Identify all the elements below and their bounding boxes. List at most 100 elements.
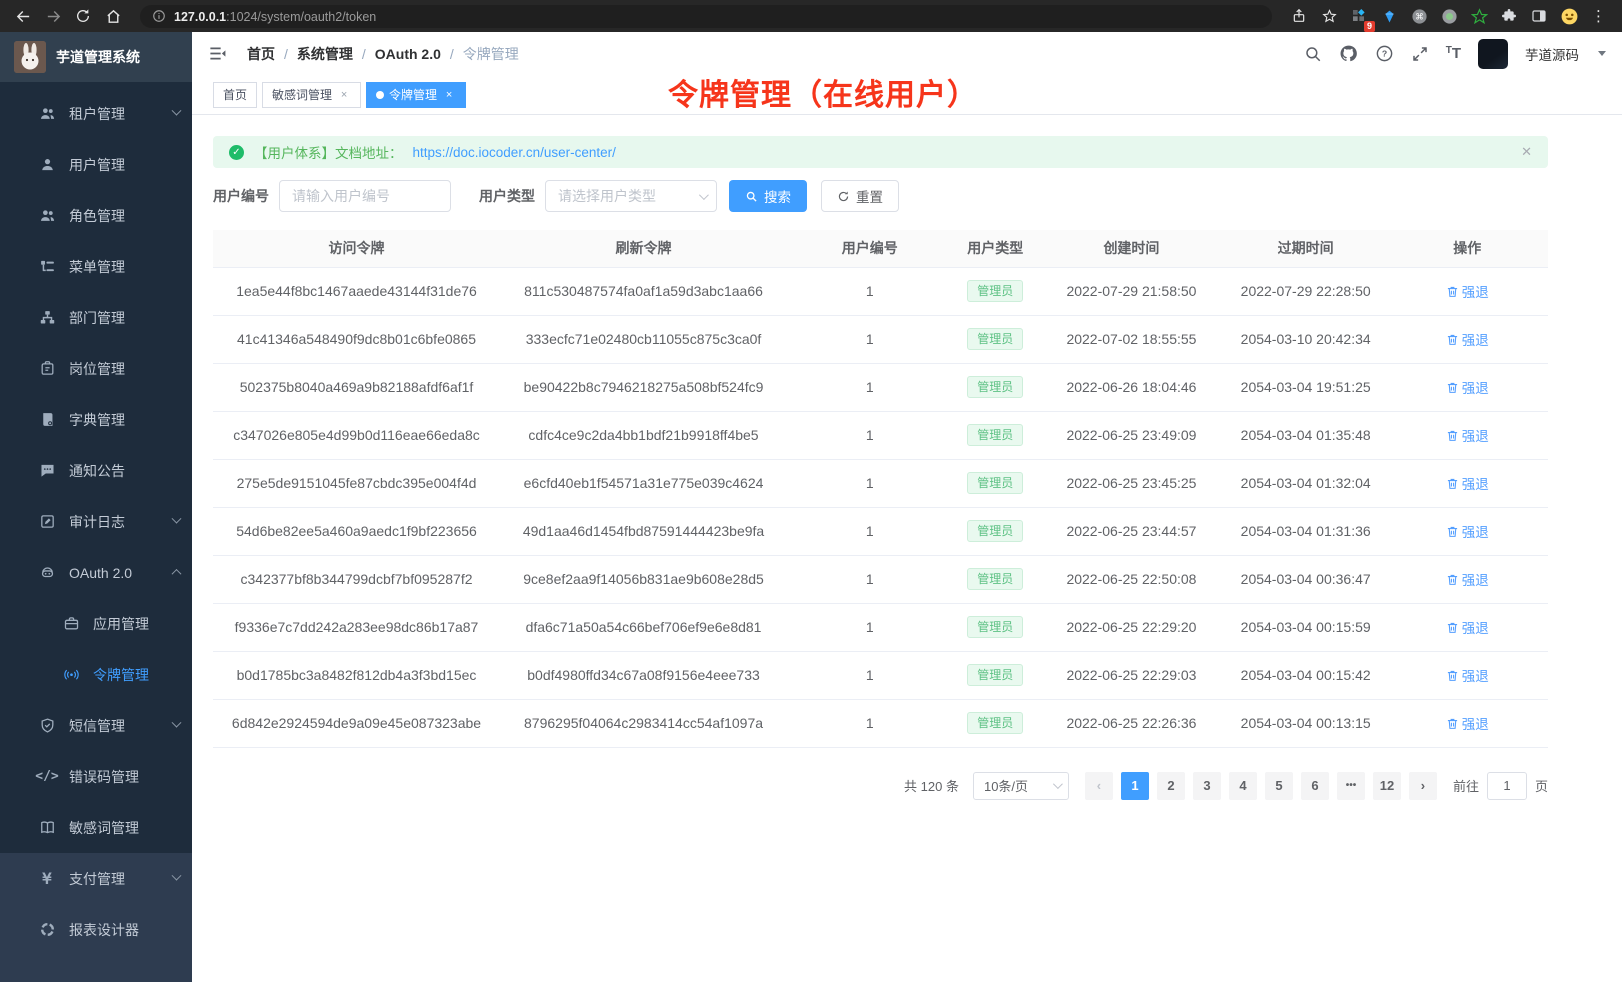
gem-extension-icon[interactable] [1376,3,1402,29]
address-bar[interactable]: 127.0.0.1:1024/system/oauth2/token [140,5,1272,28]
sidebar-item-sensitive-word[interactable]: 敏感词管理 [0,802,192,853]
breadcrumb-item[interactable]: 首页 [247,44,275,64]
close-icon[interactable]: × [442,88,456,102]
command-extension-icon[interactable]: ⌘ [1406,3,1432,29]
site-info-icon[interactable] [152,9,166,23]
sidebar-item-role[interactable]: 角色管理 [0,190,192,241]
breadcrumb-separator: / [362,46,366,62]
star-extension-icon[interactable] [1466,3,1492,29]
help-icon[interactable]: ? [1375,44,1394,63]
sidebar-item-report-designer[interactable]: 报表设计器 [0,904,192,955]
force-logout-button[interactable]: 强退 [1446,569,1489,589]
prev-page-button[interactable]: ‹ [1085,772,1113,800]
sidebar-item-dept[interactable]: 部门管理 [0,292,192,343]
reload-icon[interactable] [70,3,96,29]
close-icon[interactable]: × [337,88,351,102]
user-type-select[interactable]: 请选择用户类型 [545,180,717,212]
tag-tab-item[interactable]: 首页 [213,82,257,108]
profile-emoji-icon[interactable] [1556,3,1582,29]
sidebar-item-label: 通知公告 [69,461,125,481]
create-time-cell: 2022-06-25 22:29:20 [1038,603,1225,651]
user-id-input[interactable] [279,180,451,212]
page-button-5[interactable]: 5 [1265,772,1293,800]
column-header: 用户类型 [953,230,1038,267]
sidebar-item-user[interactable]: 用户管理 [0,139,192,190]
sidebar-item-post[interactable]: 岗位管理 [0,343,192,394]
avatar[interactable] [1478,39,1508,69]
bookmark-star-icon[interactable] [1316,3,1342,29]
svg-text:⌘: ⌘ [1415,12,1424,22]
force-logout-button[interactable]: 强退 [1446,521,1489,541]
fullscreen-icon[interactable] [1411,45,1429,63]
extension-grid-icon[interactable]: 9 [1346,3,1372,29]
access-token-cell: 6d842e2924594de9a09e45e087323abe [213,699,500,747]
page-button-12[interactable]: 12 [1373,772,1401,800]
user-type-cell: 管理员 [953,507,1038,555]
force-logout-button[interactable]: 强退 [1446,713,1489,733]
home-icon[interactable] [100,3,126,29]
sidebar-item-pay[interactable]: ¥支付管理 [0,853,192,904]
search-button[interactable]: 搜索 [729,180,807,212]
sidebar-toggle-icon[interactable] [208,44,227,63]
action-cell: 强退 [1386,267,1548,315]
alert-close-icon[interactable]: ✕ [1521,144,1532,160]
sidebar-item-sms[interactable]: 短信管理 [0,700,192,751]
page-size-select[interactable]: 10条/页 [973,772,1069,800]
main-area: 令牌管理（在线用户） 首页/系统管理/OAuth 2.0/令牌管理 ? TT 芋… [192,32,1622,982]
sidebar-item-label: 错误码管理 [69,767,139,787]
sidebar-item-oauth2-app[interactable]: 应用管理 [0,598,192,649]
sidebar-item-oauth2-token[interactable]: 令牌管理 [0,649,192,700]
github-icon[interactable] [1339,44,1358,63]
sidebar-item-oauth2[interactable]: OAuth 2.0 [0,547,192,598]
tag-tab-active[interactable]: 令牌管理× [366,82,466,108]
page-button-1[interactable]: 1 [1121,772,1149,800]
action-cell: 强退 [1386,555,1548,603]
delete-icon [1446,381,1459,394]
search-icon[interactable] [1304,45,1322,63]
side-panel-icon[interactable] [1526,3,1552,29]
breadcrumb-item[interactable]: OAuth 2.0 [375,46,441,62]
sidebar-item-audit-log[interactable]: 审计日志 [0,496,192,547]
force-logout-button[interactable]: 强退 [1446,617,1489,637]
extensions-puzzle-icon[interactable] [1496,3,1522,29]
app-title: 芋道管理系统 [56,47,140,67]
sidebar-item-menu[interactable]: 菜单管理 [0,241,192,292]
force-logout-button[interactable]: 强退 [1446,281,1489,301]
sidebar-item-dict[interactable]: 字典管理 [0,394,192,445]
user-name[interactable]: 芋道源码 [1525,44,1579,64]
chevron-down-icon [172,871,182,881]
chevron-down-icon[interactable] [1598,51,1606,56]
page-button-2[interactable]: 2 [1157,772,1185,800]
share-icon[interactable] [1286,3,1312,29]
goto-page-input[interactable] [1487,772,1527,800]
refresh-token-cell: 811c530487574fa0af1a59d3abc1aa66 [500,267,787,315]
badge-icon [38,360,56,377]
back-icon[interactable] [10,3,36,29]
token-table: 访问令牌刷新令牌用户编号用户类型创建时间过期时间操作 1ea5e44f8bc14… [213,230,1548,748]
force-logout-button[interactable]: 强退 [1446,425,1489,445]
next-page-button[interactable]: › [1409,772,1437,800]
sidebar-item-label: 应用管理 [93,614,149,634]
access-token-cell: f9336e7c7dd242a283ee98dc86b17a87 [213,603,500,651]
page-button-3[interactable]: 3 [1193,772,1221,800]
sidebar-item-tenant[interactable]: 租户管理 [0,88,192,139]
page-button-4[interactable]: 4 [1229,772,1257,800]
page-button-6[interactable]: 6 [1301,772,1329,800]
pager-ellipsis[interactable]: ••• [1337,772,1365,800]
doc-link[interactable]: https://doc.iocoder.cn/user-center/ [413,145,616,160]
breadcrumb-item[interactable]: 系统管理 [297,44,353,64]
force-logout-button[interactable]: 强退 [1446,329,1489,349]
tag-tab-item[interactable]: 敏感词管理× [262,82,361,108]
force-logout-button[interactable]: 强退 [1446,473,1489,493]
sidebar-item-error-code[interactable]: </>错误码管理 [0,751,192,802]
expire-time-cell: 2054-03-04 00:36:47 [1225,555,1387,603]
font-size-icon[interactable]: TT [1446,45,1461,62]
reset-button[interactable]: 重置 [821,180,899,212]
force-logout-button[interactable]: 强退 [1446,665,1489,685]
record-extension-icon[interactable] [1436,3,1462,29]
forward-icon[interactable] [40,3,66,29]
force-logout-button[interactable]: 强退 [1446,377,1489,397]
sidebar-item-notice[interactable]: 通知公告 [0,445,192,496]
action-cell: 强退 [1386,363,1548,411]
browser-menu-icon[interactable]: ⋮ [1586,3,1612,29]
